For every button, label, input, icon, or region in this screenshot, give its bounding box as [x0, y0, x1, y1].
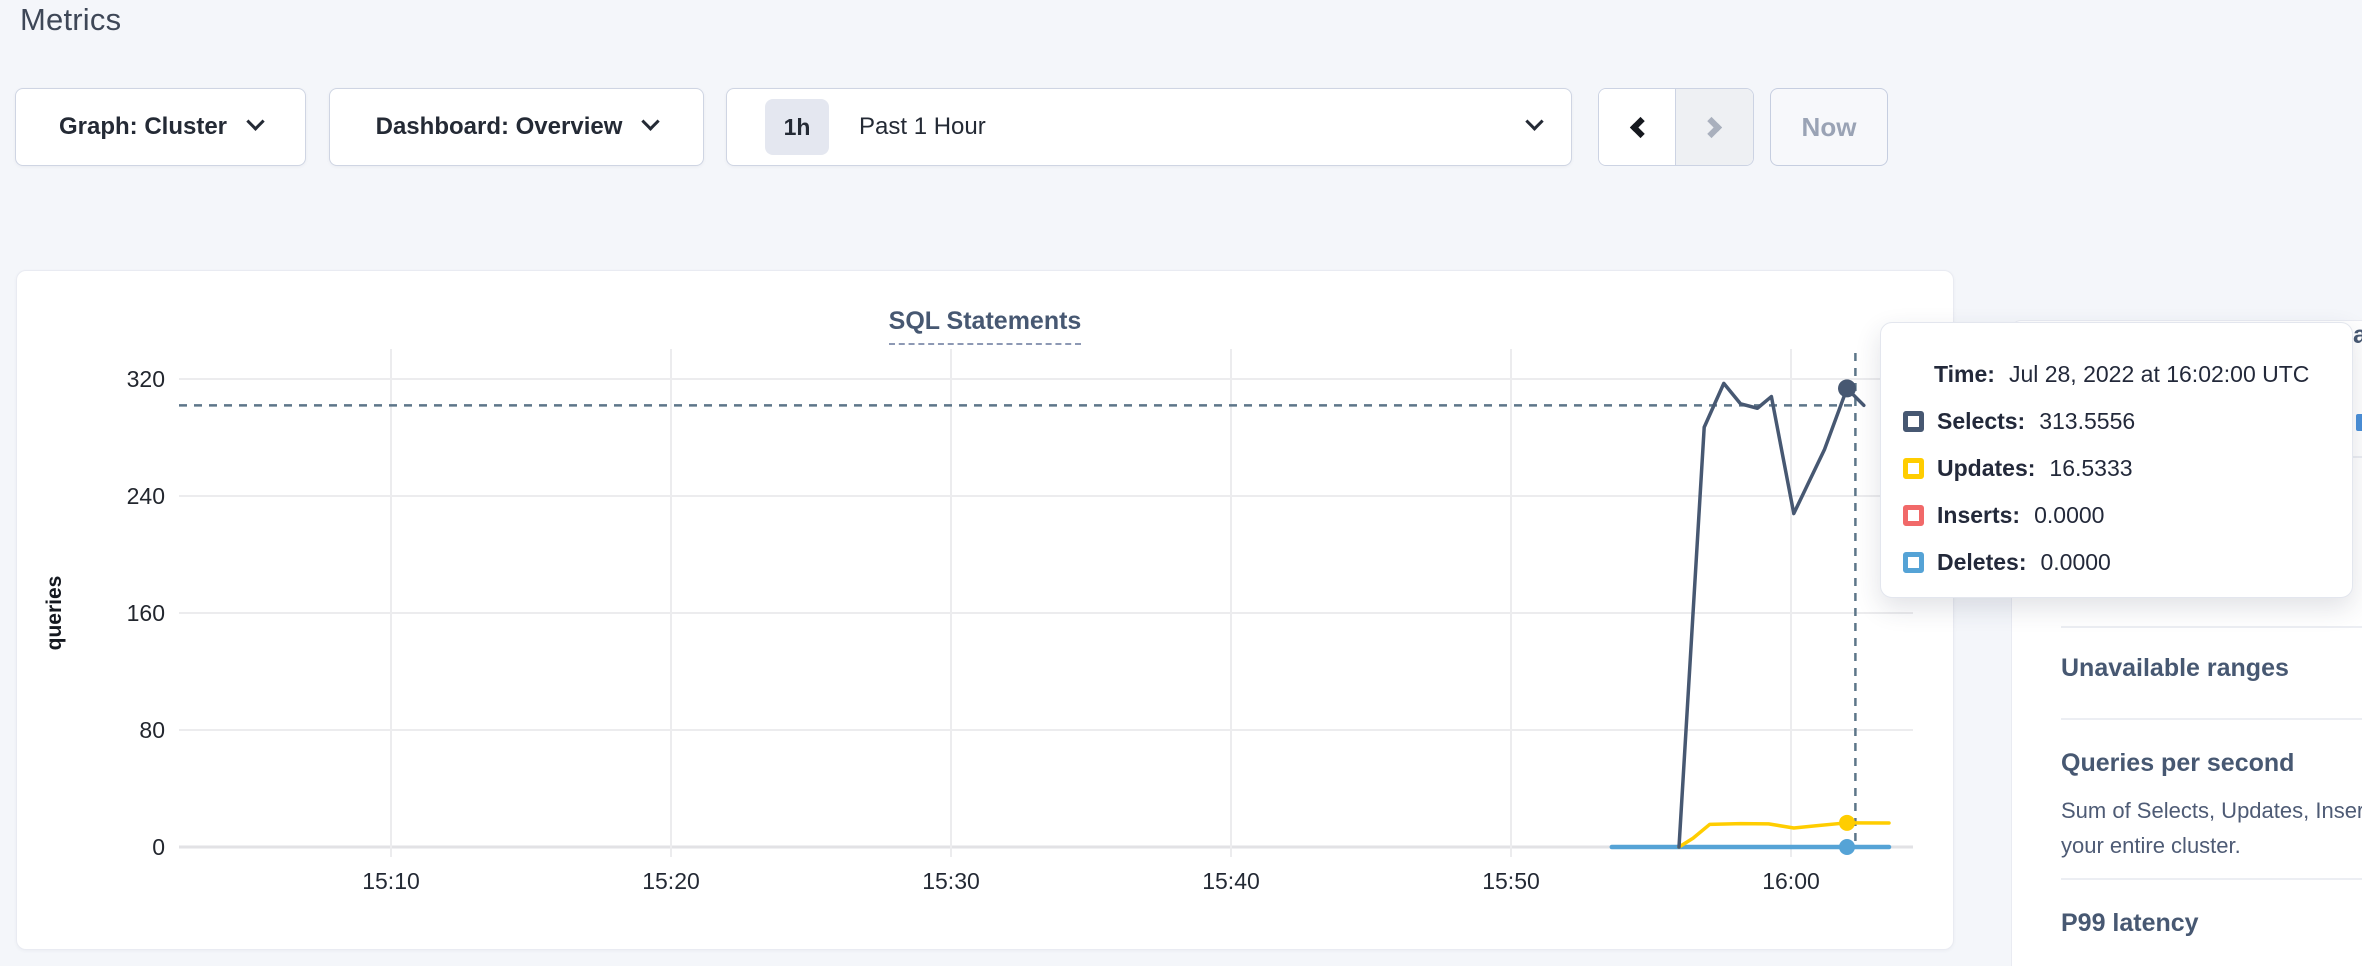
cutoff-link-fragment: [2356, 414, 2362, 431]
svg-text:80: 80: [139, 717, 165, 743]
tooltip-row-label: Deletes:: [1937, 549, 2026, 576]
tooltip-row-selects: Selects: 313.5556: [1903, 398, 2352, 445]
dashboard-dropdown-label: Dashboard: Overview: [376, 113, 623, 141]
tooltip-row-value: 16.5333: [2049, 455, 2132, 482]
sidebar-heading-p99-latency: P99 latency: [2061, 909, 2199, 938]
tooltip-time-row: Time: Jul 28, 2022 at 16:02:00 UTC: [1903, 351, 2352, 398]
graph-scope-dropdown-label: Graph: Cluster: [59, 113, 227, 141]
sql-statements-chart[interactable]: 0 80 160 240 320 15:10 15:20 15:30 15:40 15:50 16:…: [17, 271, 1955, 956]
graph-scope-dropdown[interactable]: Graph: Cluster: [15, 88, 306, 166]
inserts-swatch-icon: [1903, 505, 1924, 526]
tooltip-row-inserts: Inserts: 0.0000: [1903, 492, 2352, 539]
time-range-dropdown[interactable]: 1h Past 1 Hour: [726, 88, 1572, 166]
time-forward-button-disabled[interactable]: [1676, 89, 1753, 165]
now-button-label: Now: [1802, 112, 1857, 143]
time-range-label: Past 1 Hour: [859, 113, 1528, 141]
svg-text:15:10: 15:10: [362, 868, 420, 894]
tooltip-row-label: Updates:: [1937, 455, 2035, 482]
svg-text:15:40: 15:40: [1202, 868, 1260, 894]
svg-text:320: 320: [127, 366, 165, 392]
tooltip-row-value: 0.0000: [2034, 502, 2104, 529]
tooltip-time-label: Time:: [1934, 361, 1995, 388]
time-back-button[interactable]: [1599, 89, 1676, 165]
chevron-left-icon: [1629, 116, 1650, 137]
now-button[interactable]: Now: [1770, 88, 1888, 166]
chevron-down-icon: [1525, 112, 1543, 130]
divider: [2061, 878, 2362, 880]
selects-swatch-icon: [1903, 411, 1924, 432]
sql-statements-chart-card: SQL Statements 08016024032015:1015:2015:…: [16, 270, 1954, 950]
divider: [2061, 626, 2362, 628]
dashboard-dropdown[interactable]: Dashboard: Overview: [329, 88, 704, 166]
updates-swatch-icon: [1903, 458, 1924, 479]
svg-text:0: 0: [152, 834, 165, 860]
svg-text:240: 240: [127, 483, 165, 509]
svg-text:15:50: 15:50: [1482, 868, 1540, 894]
metrics-page: Metrics Graph: Cluster Dashboard: Overvi…: [0, 0, 2362, 966]
cutoff-heading-fragment: a: [2353, 321, 2362, 350]
tooltip-row-updates: Updates: 16.5333: [1903, 445, 2352, 492]
sidebar-heading-unavailable-ranges: Unavailable ranges: [2061, 654, 2289, 683]
tooltip-row-value: 0.0000: [2040, 549, 2110, 576]
sidebar-heading-queries-per-second: Queries per second: [2061, 749, 2294, 778]
tooltip-time-value: Jul 28, 2022 at 16:02:00 UTC: [2009, 361, 2309, 388]
svg-text:15:30: 15:30: [922, 868, 980, 894]
sidebar-desc-line: your entire cluster.: [2061, 833, 2241, 859]
time-pager: [1598, 88, 1754, 166]
tooltip-row-deletes: Deletes: 0.0000: [1903, 539, 2352, 586]
sidebar-desc-line: Sum of Selects, Updates, Inser: [2061, 798, 2362, 824]
deletes-swatch-icon: [1903, 552, 1924, 573]
page-title: Metrics: [20, 2, 121, 38]
time-range-badge: 1h: [765, 99, 829, 155]
svg-text:15:20: 15:20: [642, 868, 700, 894]
tooltip-row-value: 313.5556: [2039, 408, 2135, 435]
tooltip-row-label: Inserts:: [1937, 502, 2020, 529]
svg-text:160: 160: [127, 600, 165, 626]
svg-text:16:00: 16:00: [1762, 868, 1820, 894]
chevron-right-icon: [1701, 116, 1722, 137]
chart-tooltip: Time: Jul 28, 2022 at 16:02:00 UTC Selec…: [1880, 322, 2353, 598]
svg-text:queries: queries: [43, 576, 66, 651]
chevron-down-icon: [246, 112, 264, 130]
divider: [2061, 718, 2362, 720]
tooltip-row-label: Selects:: [1937, 408, 2025, 435]
chevron-down-icon: [642, 112, 660, 130]
